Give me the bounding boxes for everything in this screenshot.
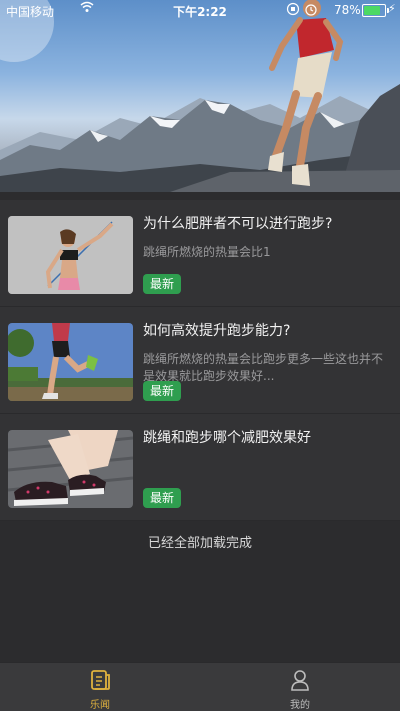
new-badge: 最新 xyxy=(143,274,182,294)
article-title[interactable]: 为什么肥胖者不可以进行跑步? xyxy=(143,214,393,234)
article-title[interactable]: 如何高效提升跑步能力? xyxy=(143,321,393,341)
tab-label: 乐闻 xyxy=(90,700,110,711)
new-badge: 最新 xyxy=(143,381,182,401)
list-item[interactable]: 跳绳和跑步哪个减肥效果好 最新 xyxy=(0,414,400,521)
list-item[interactable]: 如何高效提升跑步能力? 跳绳所燃烧的热量会比跑步更多一些这也并不是效果就比跑步效… xyxy=(0,307,400,414)
orientation-lock-icon xyxy=(286,2,300,19)
alarm-icon xyxy=(304,2,318,19)
battery-percent: 78% xyxy=(334,3,361,17)
list-item[interactable]: 为什么肥胖者不可以进行跑步? 跳绳所燃烧的热量会比1 最新 xyxy=(0,200,400,307)
new-badge: 最新 xyxy=(143,488,182,508)
article-summary: 跳绳所燃烧的热量会比1 xyxy=(143,245,271,259)
tab-profile[interactable]: 我的 xyxy=(200,663,400,711)
article-list: 为什么肥胖者不可以进行跑步? 跳绳所燃烧的热量会比1 最新 如何高效提升跑步能力… xyxy=(0,200,400,521)
article-summary: 跳绳所燃烧的热量会比跑步更多一些这也并不是效果就比跑步效果好... xyxy=(143,352,384,383)
tab-bar: 乐闻 我的 xyxy=(0,662,400,711)
battery-icon xyxy=(362,4,389,17)
runner-legs-image xyxy=(8,323,133,401)
news-icon xyxy=(0,669,200,695)
status-bar: 中国移动 下午2:22 78% ⚡ xyxy=(0,0,400,20)
hero-image xyxy=(0,0,400,192)
tab-news[interactable]: 乐闻 xyxy=(0,663,200,711)
profile-icon xyxy=(200,669,400,695)
article-title[interactable]: 跳绳和跑步哪个减肥效果好 xyxy=(143,428,393,448)
sneakers-image xyxy=(8,430,133,508)
hero-banner[interactable] xyxy=(0,0,400,192)
charging-icon: ⚡ xyxy=(388,2,396,15)
tab-label: 我的 xyxy=(290,700,310,711)
load-complete-text: 已经全部加载完成 xyxy=(147,536,252,551)
woman-jump-rope-image xyxy=(8,216,133,294)
